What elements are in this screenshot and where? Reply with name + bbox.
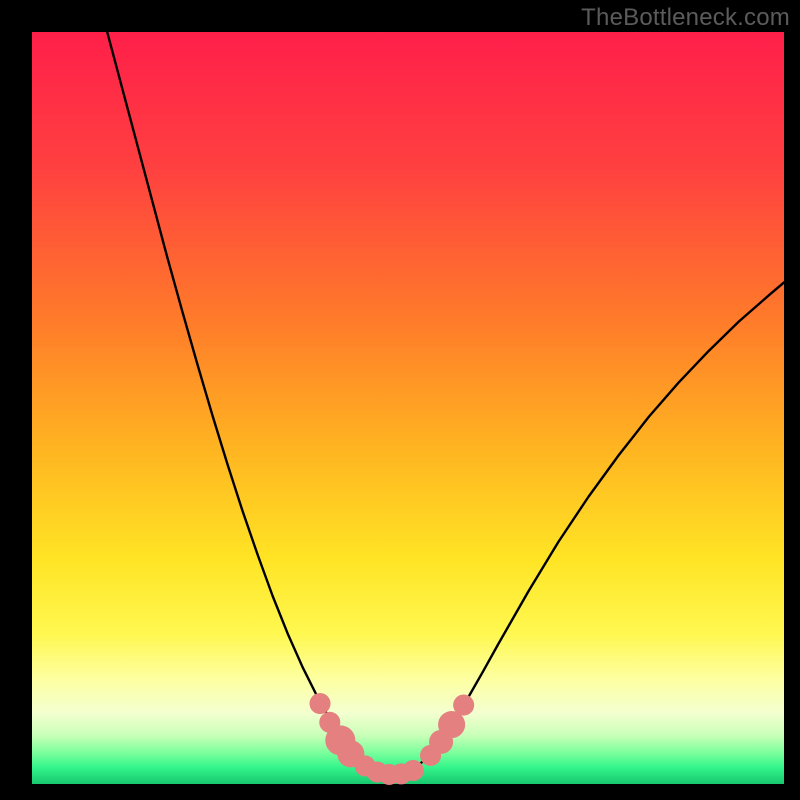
data-marker [309,693,330,714]
attribution-text: TheBottleneck.com [581,4,790,32]
data-marker [453,695,474,716]
chart-outer: TheBottleneck.com [0,0,800,800]
plot-background [32,32,784,784]
bottleneck-chart [0,0,800,800]
data-marker [403,760,424,781]
